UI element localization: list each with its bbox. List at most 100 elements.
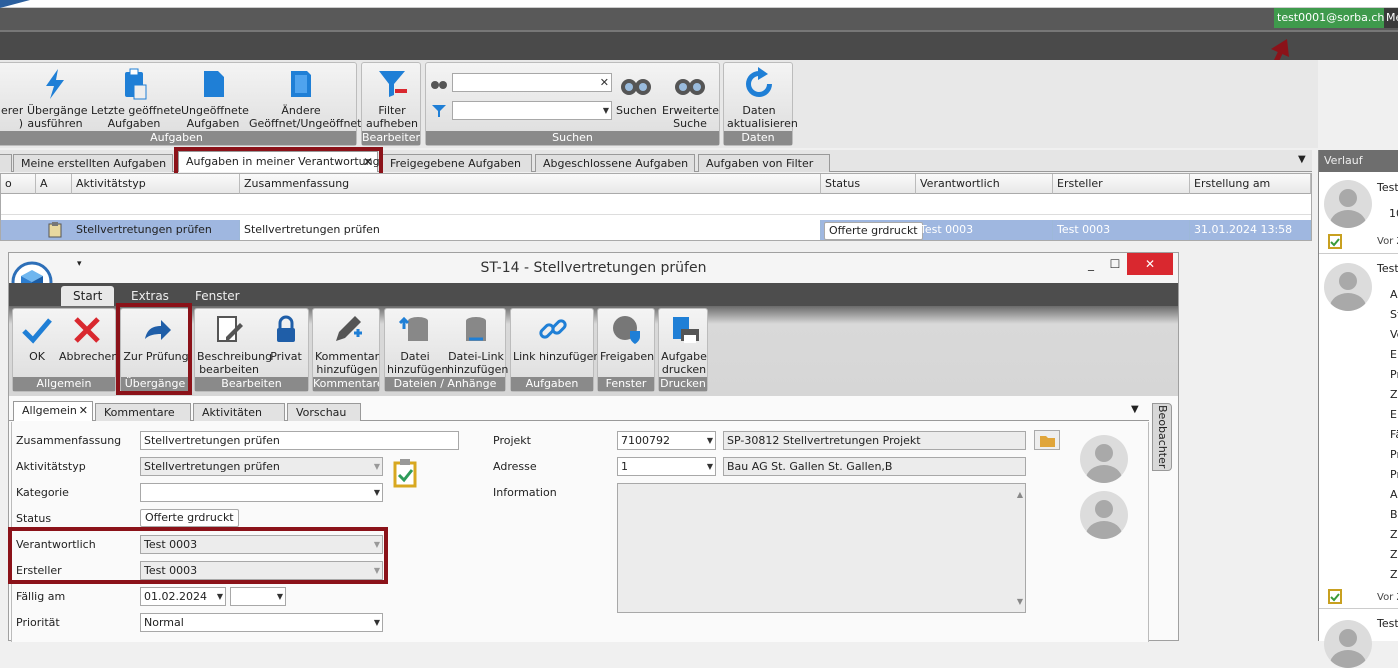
lock-icon (277, 315, 295, 342)
scroll-up-icon[interactable]: ▲ (1017, 486, 1023, 503)
ok-button[interactable]: OK (17, 313, 57, 363)
tab-truncated[interactable] (0, 154, 12, 172)
tab-allgemein[interactable]: Allgemein ✕ (13, 401, 93, 421)
verlauf-line: Pr (1390, 448, 1398, 461)
verlauf-line: Fä (1390, 428, 1398, 441)
close-tab-icon[interactable]: ✕ (363, 152, 373, 172)
freigaben-button[interactable]: Freigaben (600, 313, 654, 363)
clipboard-check-icon (1328, 589, 1342, 604)
tab-fenster[interactable]: Fenster (183, 286, 252, 306)
close-icon[interactable]: ✕ (1127, 253, 1173, 275)
clipboard-icon (125, 68, 147, 100)
kategorie-select[interactable]: ▼ (140, 483, 383, 502)
datei-hinzufuegen-button[interactable]: Datei hinzufügen (387, 313, 448, 376)
minimize-icon[interactable]: _ (1079, 253, 1103, 275)
prioritaet-select[interactable]: Normal ▼ (140, 613, 383, 632)
print-clipboard-icon (673, 317, 699, 343)
filter-aufheben-button[interactable]: Filter aufheben (365, 67, 419, 130)
letzte-geoeffnete-aufgaben-button[interactable]: Letzte geöffnete Aufgaben (91, 67, 181, 130)
label-kategorie: Kategorie (16, 486, 69, 499)
column-header[interactable]: A (36, 174, 72, 194)
ungeoeffnete-aufgaben-button[interactable]: Ungeöffnete Aufgaben (181, 67, 249, 130)
label-prioritaet: Priorität (16, 616, 60, 629)
filter-row[interactable] (1, 195, 1311, 215)
adresse-description: Bau AG St. Gallen St. Gallen,B (723, 457, 1026, 476)
avatar (1080, 491, 1128, 539)
cancel-x-icon (74, 317, 100, 343)
column-header[interactable]: Ersteller (1053, 174, 1190, 194)
open-folder-button[interactable] (1034, 430, 1060, 450)
beobachter-side-tab[interactable]: Beobachter (1152, 403, 1172, 471)
tab-aufgaben-von-filter[interactable]: Aufgaben von Filter (698, 154, 830, 172)
erweiterte-suche-button[interactable]: Erweiterte Suche (662, 67, 719, 130)
verlauf-line: Zu (1390, 528, 1398, 541)
column-header[interactable]: Aktivitätstyp (72, 174, 240, 194)
scroll-down-icon[interactable]: ▼ (1017, 593, 1023, 610)
form-tabs-overflow-icon[interactable]: ▼ (1131, 404, 1139, 415)
column-header[interactable]: o (1, 174, 36, 194)
cell-erstellung: 31.01.2024 13:58 (1190, 220, 1311, 240)
user-menu-suffix[interactable]: Me (1384, 8, 1398, 28)
uebergaenge-ausfuehren-button[interactable]: Übergänge ausführen (27, 67, 88, 130)
projekt-description: SP-30812 Stellvertretungen Projekt (723, 431, 1026, 450)
filter-select[interactable]: ▼ (452, 101, 612, 120)
maximize-icon[interactable]: ☐ (1103, 253, 1127, 275)
faellig-date-input[interactable]: 01.02.2024 ▼ (140, 587, 226, 606)
label-verantwortlich: Verantwortlich (16, 538, 96, 551)
link-icon (539, 319, 567, 339)
forward-arrow-icon (145, 320, 171, 340)
aktivitaetstyp-select[interactable]: Stellvertretungen prüfen ▼ (140, 457, 383, 476)
tab-extras[interactable]: Extras (119, 286, 181, 306)
tab-meine-erstellten-aufgaben[interactable]: Meine erstellten Aufgaben (13, 154, 173, 172)
tab-kommentare[interactable]: Kommentare (95, 403, 191, 421)
cell-ersteller: Test 0003 (1053, 220, 1190, 240)
column-header[interactable]: Erstellung am (1190, 174, 1311, 194)
information-textarea[interactable]: ▲ ▼ (617, 483, 1026, 613)
verlauf-line: Ad (1390, 488, 1398, 501)
daten-aktualisieren-button[interactable]: Daten aktualisieren (727, 67, 798, 130)
avatar (1324, 180, 1372, 228)
verlauf-line: Be (1390, 508, 1398, 521)
tab-start[interactable]: Start (61, 286, 115, 306)
tab-aufgaben-in-meiner-verantwortung[interactable]: Aufgaben in meiner Verantwortung ✕ (178, 151, 380, 172)
verantwortlich-select[interactable]: Test 0003 ▼ (140, 535, 383, 554)
aufgabe-drucken-button[interactable]: Aufgabe drucken (661, 313, 707, 376)
divider (1319, 608, 1398, 609)
column-header[interactable]: Status (821, 174, 916, 194)
link-hinzufuegen-button[interactable]: Link hinzufügen (513, 313, 600, 363)
adresse-select[interactable]: 1 ▼ (617, 457, 716, 476)
zusammenfassung-input[interactable]: Stellvertretungen prüfen (140, 431, 459, 450)
tab-freigegebene-aufgaben[interactable]: Freigegebene Aufgaben (382, 154, 532, 172)
abbrechen-button[interactable]: Abbrechen (59, 313, 118, 363)
search-input[interactable]: ✕ (452, 73, 612, 92)
tab-aktivitaeten[interactable]: Aktivitäten (193, 403, 285, 421)
user-badge[interactable]: test0001@sorba.ch (1274, 8, 1384, 28)
privat-button[interactable]: Privat (265, 313, 307, 363)
close-tab-icon[interactable]: ✕ (79, 402, 88, 419)
aendere-geoeffnet-button[interactable]: Ändere Geöffnet/Ungeöffnet (249, 67, 362, 130)
kommentar-hinzufuegen-button[interactable]: Kommentar hinzufügen (315, 313, 379, 376)
ribbon-group-allgemein: OK Abbrechen Allgemein (12, 308, 118, 392)
ribbon-group-kommentare: Kommentar hinzufügen Kommentare (312, 308, 380, 392)
beschreibung-bearbeiten-button[interactable]: Beschreibung bearbeiten (197, 313, 272, 376)
zur-pruefung-button[interactable]: Zur Prüfung (123, 313, 189, 363)
verlauf-line: Er (1390, 408, 1398, 421)
column-header[interactable]: Zusammenfassung (240, 174, 821, 194)
tab-vorschau[interactable]: Vorschau (287, 403, 361, 421)
datei-link-hinzufuegen-button[interactable]: Datei-Link hinzufügen (447, 313, 508, 376)
status-badge[interactable]: Offerte grdruckt (140, 509, 239, 527)
verlauf-title: Verlauf (1319, 150, 1398, 172)
column-header[interactable]: Verantwortlich (916, 174, 1053, 194)
refresh-icon (746, 67, 772, 97)
ribbon-button-truncated[interactable]: eren ) (1, 67, 23, 130)
quick-access-icon[interactable]: ▾ (77, 259, 82, 269)
verlauf-line: Pr (1390, 368, 1398, 381)
ersteller-select[interactable]: Test 0003 ▼ (140, 561, 383, 580)
tab-abgeschlossene-aufgaben[interactable]: Abgeschlossene Aufgaben (535, 154, 695, 172)
task-dialog: ST-14 - Stellvertretungen prüfen ▾ _ ☐ ✕… (8, 252, 1179, 642)
projekt-select[interactable]: 7100792 ▼ (617, 431, 716, 450)
ribbon-group-label: Drucken (659, 377, 707, 391)
tabs-overflow-icon[interactable]: ▼ (1298, 154, 1306, 165)
faellig-time-input[interactable]: ▼ (230, 587, 286, 606)
suchen-button[interactable]: Suchen (616, 67, 657, 117)
